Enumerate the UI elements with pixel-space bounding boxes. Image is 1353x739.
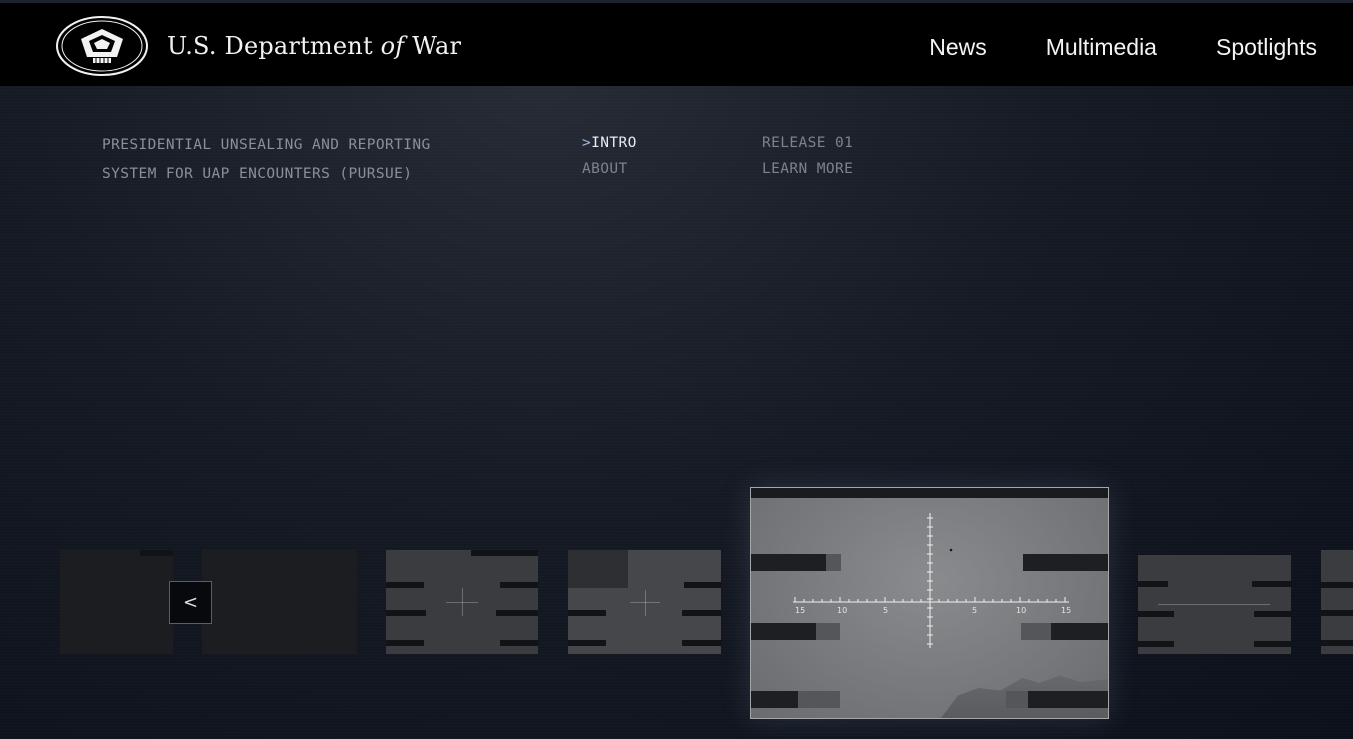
site-title-of: of: [380, 32, 405, 60]
thumbnail-overlay-bar: [682, 610, 721, 616]
scale-label: 10: [1016, 606, 1026, 615]
carousel-thumbnail[interactable]: [386, 550, 538, 654]
menu-item-learn-more[interactable]: LEARN MORE: [762, 156, 853, 182]
thumbnail-overlay-bar: [568, 640, 606, 646]
thumbnail-overlay-bar: [1254, 641, 1291, 647]
menu-item-intro[interactable]: >INTRO: [582, 130, 637, 156]
scale-label: 10: [837, 606, 847, 615]
thumbnail-overlay-bar: [386, 582, 424, 588]
nav-spotlights[interactable]: Spotlights: [1216, 34, 1317, 61]
section-menu: >INTRO ABOUT: [582, 130, 637, 182]
thumbnail-overlay-bar: [140, 550, 173, 556]
thumbnail-overlay-bar: [682, 640, 721, 646]
nav-multimedia[interactable]: Multimedia: [1046, 34, 1157, 61]
targeting-reticle: 15 10 5 5 10 15: [793, 513, 1071, 648]
thumbnail-overlay-bar: [386, 610, 426, 616]
thumbnail-overlay-bar: [1138, 641, 1174, 647]
carousel-prev-button[interactable]: <: [169, 581, 212, 624]
carousel-thumbnail[interactable]: [1138, 555, 1291, 654]
thumbnail-overlay-bar: [1254, 611, 1291, 617]
site-logo-link[interactable]: U.S. Department of War: [55, 15, 461, 77]
program-title: PRESIDENTIAL UNSEALING AND REPORTING SYS…: [102, 131, 431, 189]
menu-item-release-01[interactable]: RELEASE 01: [762, 130, 853, 156]
thumbnail-overlay-bar: [500, 640, 538, 646]
menu-item-intro-label: INTRO: [591, 135, 637, 151]
carousel-thumbnail[interactable]: [1321, 550, 1353, 654]
menu-item-about[interactable]: ABOUT: [582, 156, 637, 182]
thumbnail-overlay-bar: [1321, 640, 1353, 646]
thumbnail-overlay-bar: [496, 610, 538, 616]
thumbnail-overlay-bar: [1138, 611, 1174, 617]
scale-label: 15: [1061, 606, 1071, 615]
site-title-main: U.S. Department: [167, 32, 373, 60]
thumbnail-crosshair: [462, 588, 463, 616]
main-nav: News Multimedia Spotlights: [870, 34, 1317, 61]
thumbnail-overlay-bar: [471, 550, 538, 556]
site-title: U.S. Department of War: [167, 32, 461, 60]
program-title-line-1: PRESIDENTIAL UNSEALING AND REPORTING: [102, 137, 431, 153]
featured-video-frame[interactable]: 15 10 5 5 10 15: [750, 487, 1109, 719]
scale-label: 5: [972, 606, 977, 615]
thumbnail-overlay-bar: [386, 640, 424, 646]
pentagon-seal-icon: [56, 16, 148, 76]
thumbnail-overlay-bar: [500, 582, 538, 588]
release-menu: RELEASE 01 LEARN MORE: [762, 130, 853, 182]
site-title-end: War: [412, 32, 462, 60]
uap-target-dot: [949, 548, 953, 552]
site-header: U.S. Department of War News Multimedia S…: [0, 0, 1353, 86]
nav-news[interactable]: News: [929, 34, 987, 61]
thumbnail-overlay-bar: [1321, 582, 1353, 588]
program-title-line-2: SYSTEM FOR UAP ENCOUNTERS (PURSUE): [102, 166, 413, 182]
carousel-thumbnail[interactable]: [568, 550, 721, 654]
thumbnail-crosshair: [645, 590, 646, 616]
carousel-thumbnail[interactable]: [202, 550, 357, 654]
thumbnail-overlay-bar: [1138, 581, 1168, 587]
thumbnail-scale-line: [1158, 604, 1270, 605]
thumbnail-overlay-bar: [684, 582, 721, 588]
thumbnail-overlay-bar: [568, 550, 628, 588]
carousel-thumbnail[interactable]: [60, 550, 173, 654]
thumbnail-overlay-bar: [568, 610, 606, 616]
scale-label: 5: [883, 606, 888, 615]
scale-label: 15: [795, 606, 805, 615]
thumbnail-overlay-bar: [1321, 610, 1353, 616]
thumbnail-overlay-bar: [1252, 581, 1291, 587]
active-caret: >: [582, 135, 592, 151]
